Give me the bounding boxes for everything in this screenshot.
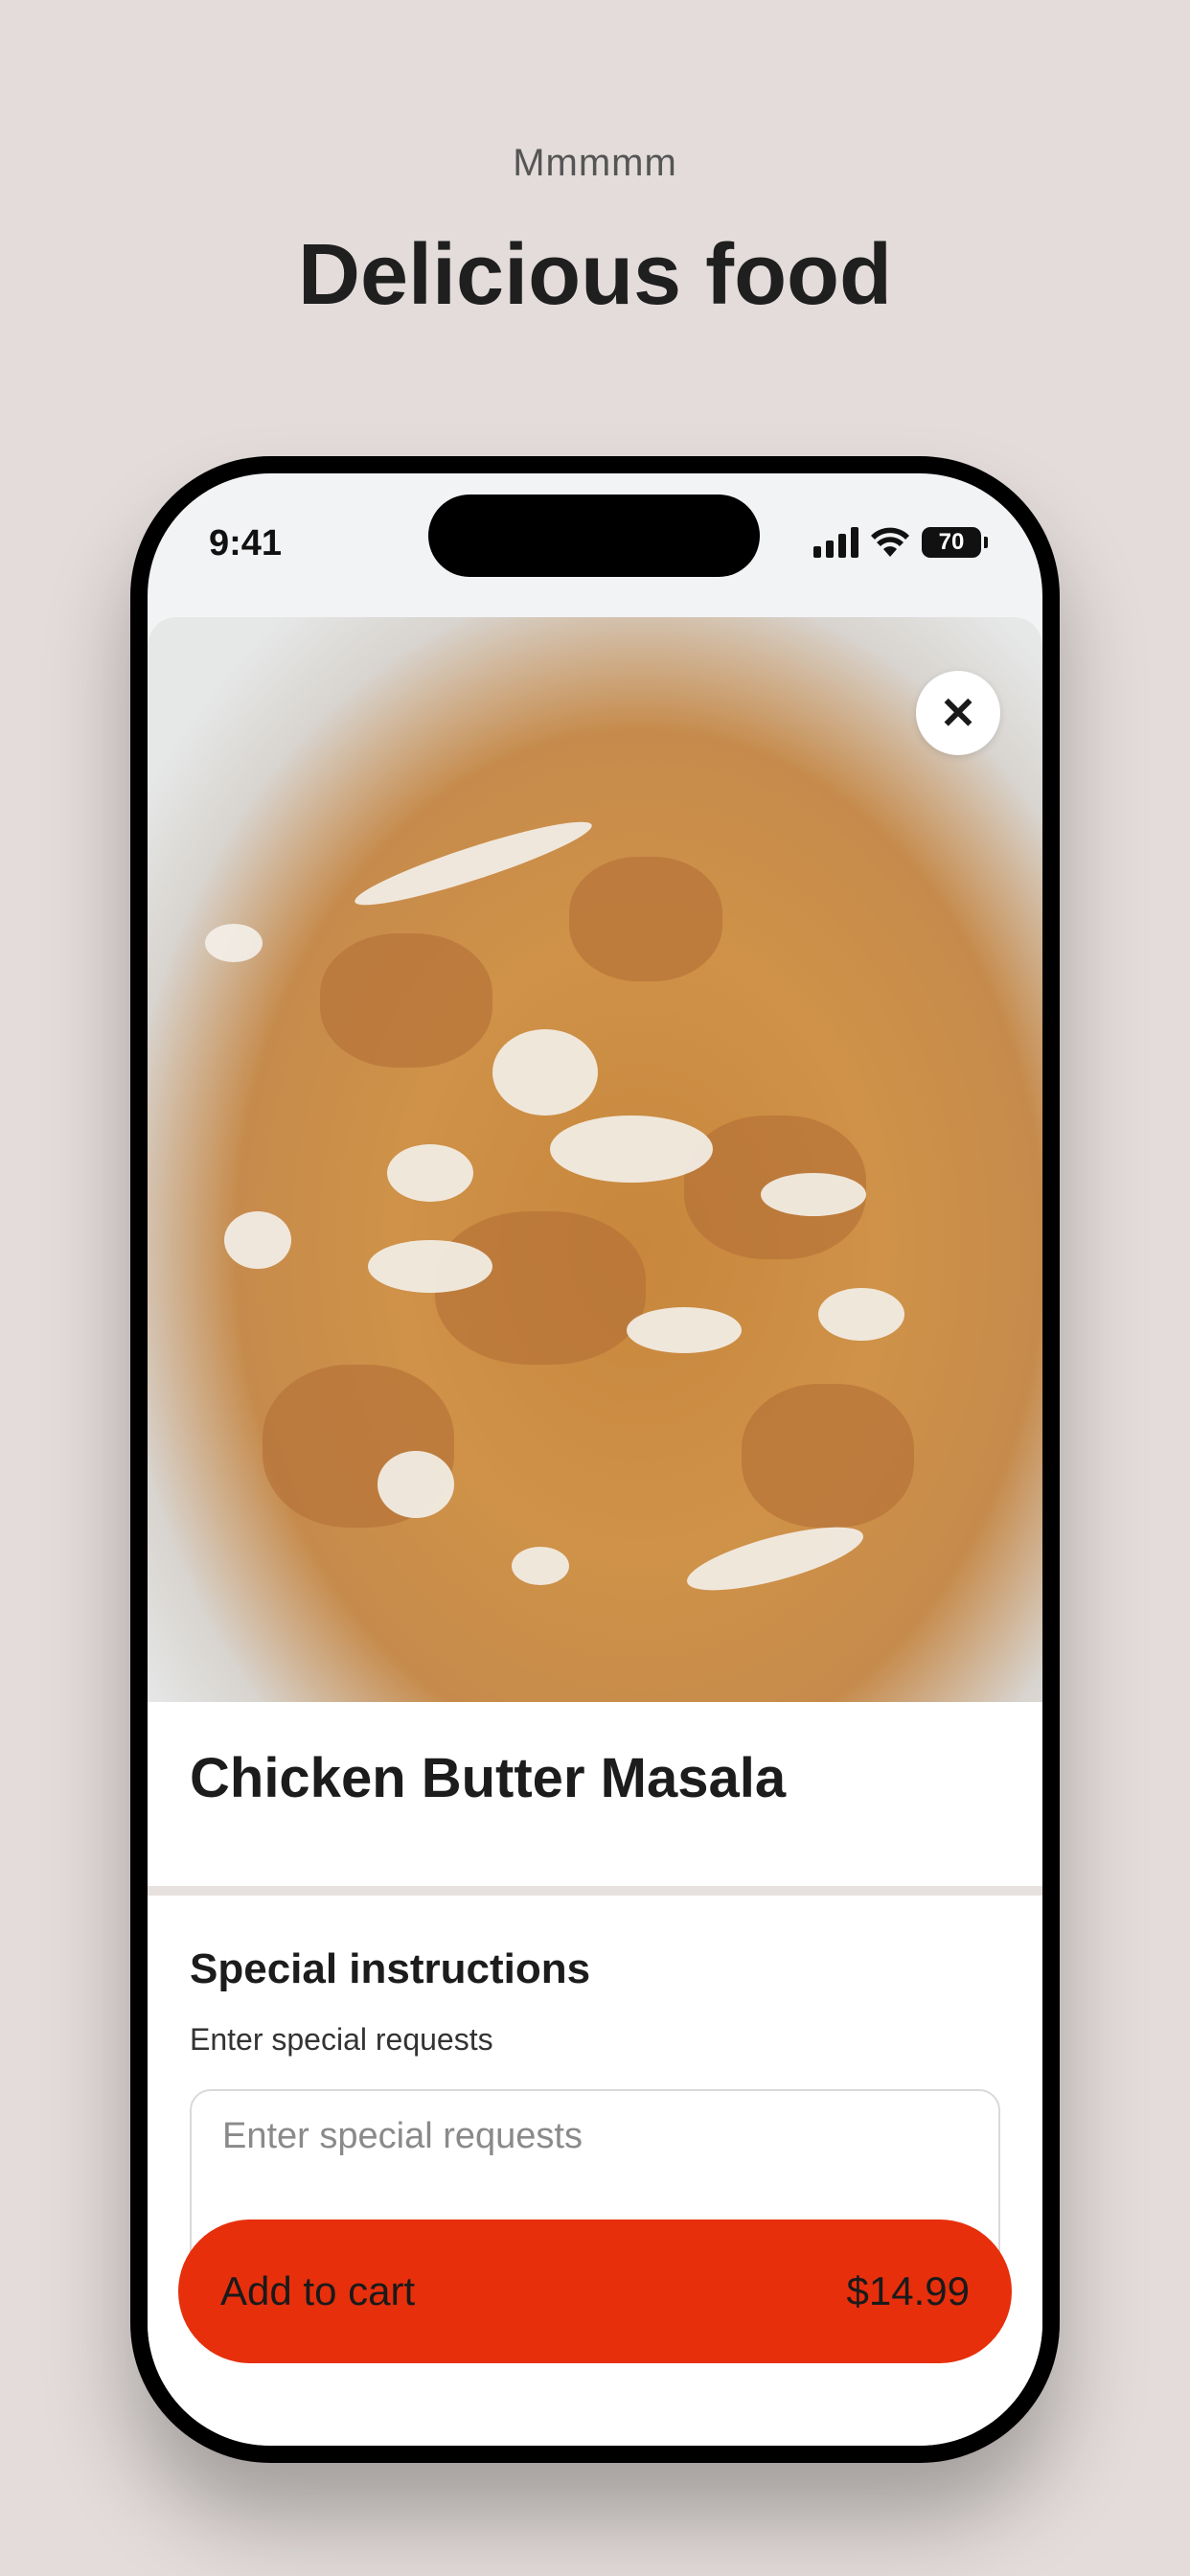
item-detail-sheet: ✕ Chicken Butter Masala Special instruct… <box>148 617 1042 2446</box>
promo-eyebrow: Mmmmm <box>513 142 677 184</box>
section-divider <box>148 1886 1042 1896</box>
wifi-icon <box>871 527 909 557</box>
item-image <box>148 617 1042 1702</box>
item-title: Chicken Butter Masala <box>190 1747 787 1809</box>
status-icons: 70 <box>813 523 988 562</box>
battery-icon: 70 <box>922 527 988 558</box>
add-to-cart-button[interactable]: Add to cart $14.99 <box>178 2220 1012 2363</box>
status-time: 9:41 <box>209 523 283 564</box>
add-to-cart-price: $14.99 <box>846 2268 970 2313</box>
cellular-signal-icon <box>813 527 858 558</box>
close-icon: ✕ <box>939 688 977 738</box>
dynamic-island <box>428 494 760 577</box>
promo-headline: Delicious food <box>297 227 893 323</box>
add-to-cart-label: Add to cart <box>220 2268 416 2313</box>
phone-frame: 9:41 70 ✕ Chicken Butter Masala Special … <box>130 456 1060 2463</box>
close-button[interactable]: ✕ <box>916 671 1000 755</box>
special-instructions-subtitle: Enter special requests <box>190 2022 493 2057</box>
special-instructions-title: Special instructions <box>190 1945 591 1992</box>
phone-screen: 9:41 70 ✕ Chicken Butter Masala Special … <box>148 473 1042 2446</box>
